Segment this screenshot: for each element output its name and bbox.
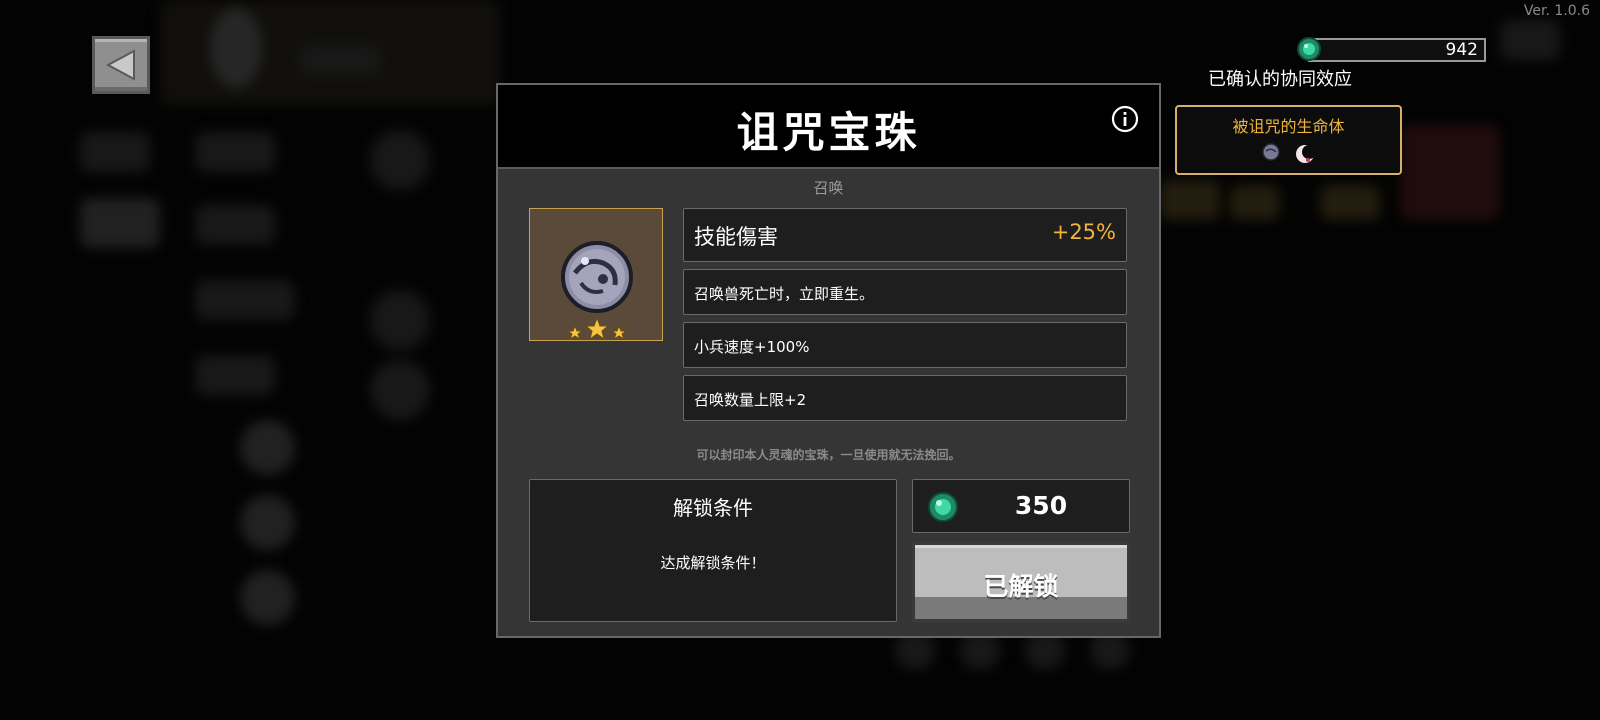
main-stat-label: 技能傷害 bbox=[694, 225, 778, 249]
crescent-moon-icon bbox=[1295, 145, 1316, 163]
back-button[interactable] bbox=[92, 36, 150, 94]
version-label: Ver. 1.0.6 bbox=[1523, 3, 1590, 19]
unlock-condition-box: 解锁条件 达成解锁条件！ bbox=[529, 479, 897, 622]
item-category: 召唤 bbox=[813, 179, 844, 197]
effect-text: 召唤兽死亡时，立即重生。 bbox=[694, 285, 875, 303]
item-description: 可以封印本人灵魂的宝珠，一旦使用就无法挽回。 bbox=[696, 448, 961, 462]
item-icon-frame bbox=[529, 208, 663, 341]
gem-currency-counter: 942 bbox=[1297, 37, 1486, 62]
effect-line: 召唤数量上限+2 bbox=[683, 375, 1127, 421]
item-detail-modal: 诅咒宝珠 召唤 技能傷害 +25% 召唤兽死亡时，立即重生。 小兵速度+100% bbox=[496, 83, 1161, 638]
unlocked-button[interactable]: 已解锁 bbox=[912, 542, 1130, 622]
effect-line: 召唤兽死亡时，立即重生。 bbox=[683, 269, 1127, 315]
main-stat-value: +25% bbox=[1051, 220, 1116, 244]
cursed-orb-icon bbox=[561, 241, 633, 313]
synergy-card-name: 被诅咒的生命体 bbox=[1232, 117, 1345, 136]
info-icon[interactable] bbox=[1111, 105, 1139, 133]
modal-header: 诅咒宝珠 bbox=[498, 85, 1159, 169]
gem-amount: 942 bbox=[1445, 40, 1478, 60]
unlock-condition-text: 达成解锁条件！ bbox=[660, 554, 766, 572]
cursed-orb-icon bbox=[1261, 143, 1280, 161]
synergy-card[interactable]: 被诅咒的生命体 bbox=[1175, 105, 1402, 175]
emerald-gem-icon bbox=[1297, 37, 1321, 61]
effect-text: 小兵速度+100% bbox=[694, 338, 810, 356]
unlock-condition-title: 解锁条件 bbox=[673, 496, 753, 520]
unlocked-button-label: 已解锁 bbox=[983, 572, 1059, 601]
effect-line: 小兵速度+100% bbox=[683, 322, 1127, 368]
main-stat-box: 技能傷害 +25% bbox=[683, 208, 1127, 262]
price-box: 350 bbox=[912, 479, 1130, 533]
price-value: 350 bbox=[1014, 491, 1068, 520]
left-arrow-icon bbox=[105, 49, 135, 81]
three-star-rating-icon bbox=[566, 317, 628, 341]
item-title: 诅咒宝珠 bbox=[736, 108, 921, 157]
synergy-section-title: 已确认的协同效应 bbox=[1208, 69, 1352, 90]
effect-text: 召唤数量上限+2 bbox=[694, 391, 807, 409]
